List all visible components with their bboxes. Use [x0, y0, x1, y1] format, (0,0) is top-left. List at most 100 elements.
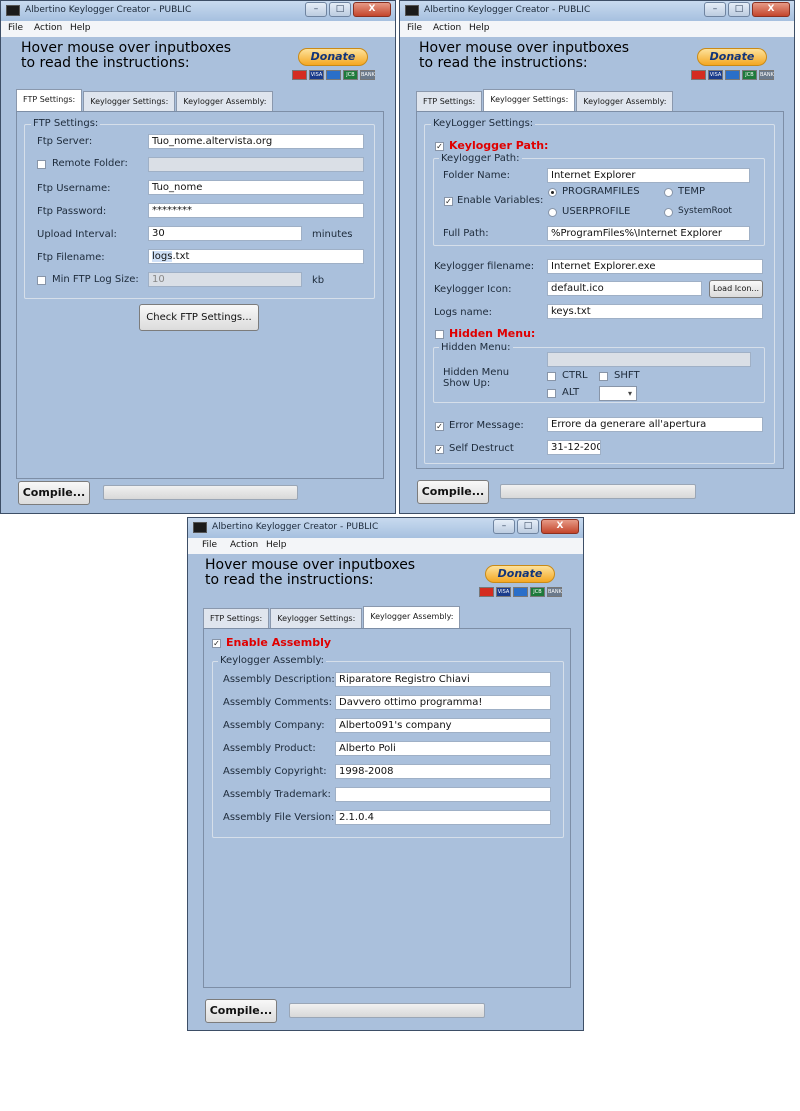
assembly-file-version-input[interactable]: 2.1.0.4 [335, 810, 551, 825]
shft-checkbox[interactable] [599, 372, 608, 381]
donate-button[interactable]: Donate [485, 565, 555, 583]
instructions-text: Hover mouse over inputboxes to read the … [205, 557, 416, 588]
min-log-size-checkbox[interactable] [37, 276, 46, 285]
keylogger-path-checkbox[interactable]: ✓ [435, 142, 444, 151]
menu-help[interactable]: Help [266, 540, 287, 550]
keylogger-path-label: Keylogger Path: [449, 139, 549, 152]
self-destruct-checkbox[interactable]: ✓ [435, 445, 444, 454]
folder-name-input[interactable]: Internet Explorer [547, 168, 750, 183]
enable-assembly-checkbox[interactable]: ✓ [212, 639, 221, 648]
tab-keylogger-settings[interactable]: Keylogger Settings: [270, 608, 363, 628]
maximize-button[interactable]: □ [728, 2, 750, 17]
ftp-username-input[interactable]: Tuo_nome [148, 180, 364, 195]
remote-folder-checkbox[interactable] [37, 160, 46, 169]
min-size-unit-label: kb [312, 275, 325, 286]
amex-icon [326, 70, 341, 80]
menu-file[interactable]: File [8, 23, 23, 33]
tab-ftp-settings[interactable]: FTP Settings: [16, 89, 83, 111]
payment-cards: VISA JCB BANK [479, 587, 562, 597]
donate-button[interactable]: Donate [697, 48, 767, 66]
remote-folder-input[interactable] [148, 157, 364, 172]
min-log-size-input[interactable]: 10 [148, 272, 302, 287]
donate-button[interactable]: Donate [298, 48, 368, 66]
tab-keylogger-settings[interactable]: Keylogger Settings: [83, 91, 176, 111]
ftp-filename-input[interactable]: logs.txt [148, 249, 364, 264]
title-bar[interactable]: Albertino Keylogger Creator - PUBLIC – □… [1, 1, 395, 21]
title-bar[interactable]: Albertino Keylogger Creator - PUBLIC – □… [188, 518, 583, 538]
tab-keylogger-assembly[interactable]: Keylogger Assembly: [363, 606, 461, 628]
menu-action[interactable]: Action [433, 23, 461, 33]
close-button[interactable]: X [752, 2, 790, 17]
app-icon [6, 5, 20, 16]
menu-file[interactable]: File [202, 540, 217, 550]
tab-keylogger-settings[interactable]: Keylogger Settings: [483, 89, 576, 111]
window-keylogger-assembly: Albertino Keylogger Creator - PUBLIC – □… [187, 517, 584, 1031]
window-title: Albertino Keylogger Creator - PUBLIC [424, 5, 591, 15]
self-destruct-date-input[interactable]: 31-12-2008 [547, 440, 601, 455]
shft-label: SHFT [614, 370, 640, 381]
keylogger-icon-label: Keylogger Icon: [434, 284, 512, 295]
logs-name-label: Logs name: [434, 307, 492, 318]
tab-ftp-settings[interactable]: FTP Settings: [203, 608, 270, 628]
radio-systemroot-label: SystemRoot [678, 206, 732, 216]
menu-action[interactable]: Action [34, 23, 62, 33]
upload-interval-input[interactable]: 30 [148, 226, 302, 241]
radio-userprofile[interactable] [548, 208, 557, 217]
enable-variables-label: Enable Variables: [457, 195, 544, 206]
ctrl-label: CTRL [562, 370, 588, 381]
assembly-trademark-input[interactable] [335, 787, 551, 802]
assembly-file-version-label: Assembly File Version: [223, 812, 335, 823]
check-ftp-settings-button[interactable]: Check FTP Settings... [139, 304, 259, 331]
alt-checkbox[interactable] [547, 389, 556, 398]
logs-name-input[interactable]: keys.txt [547, 304, 763, 319]
radio-temp[interactable] [664, 188, 673, 197]
full-path-input[interactable]: %ProgramFiles%\Internet Explorer [547, 226, 750, 241]
close-button[interactable]: X [541, 519, 579, 534]
ctrl-checkbox[interactable] [547, 372, 556, 381]
ftp-password-input[interactable]: ******** [148, 203, 364, 218]
compile-button[interactable]: Compile... [205, 999, 277, 1023]
compile-button[interactable]: Compile... [417, 480, 489, 504]
tab-keylogger-assembly[interactable]: Keylogger Assembly: [576, 91, 674, 111]
menu-action[interactable]: Action [230, 540, 258, 550]
key-combo-dropdown[interactable]: ▾ [599, 386, 637, 401]
assembly-company-input[interactable]: Alberto091's company [335, 718, 551, 733]
error-message-checkbox[interactable]: ✓ [435, 422, 444, 431]
assembly-comments-label: Assembly Comments: [223, 697, 332, 708]
hidden-menu-checkbox[interactable] [435, 330, 444, 339]
minimize-button[interactable]: – [704, 2, 726, 17]
assembly-copyright-input[interactable]: 1998-2008 [335, 764, 551, 779]
assembly-comments-input[interactable]: Davvero ottimo programma! [335, 695, 551, 710]
keylogger-icon-input[interactable]: default.ico [547, 281, 702, 296]
radio-systemroot[interactable] [664, 208, 673, 217]
hidden-menu-group-title: Hidden Menu: [439, 342, 513, 353]
menu-file[interactable]: File [407, 23, 422, 33]
title-bar[interactable]: Albertino Keylogger Creator - PUBLIC – □… [400, 1, 794, 21]
radio-programfiles-label: PROGRAMFILES [562, 186, 640, 197]
radio-temp-label: TEMP [678, 186, 706, 197]
maximize-button[interactable]: □ [517, 519, 539, 534]
compile-button[interactable]: Compile... [18, 481, 90, 505]
minimize-button[interactable]: – [305, 2, 327, 17]
tab-keylogger-assembly[interactable]: Keylogger Assembly: [176, 91, 274, 111]
mastercard-icon [479, 587, 494, 597]
load-icon-button[interactable]: Load Icon... [709, 280, 763, 298]
menu-help[interactable]: Help [469, 23, 490, 33]
error-message-input[interactable]: Errore da generare all'apertura [547, 417, 763, 432]
payment-cards: VISA JCB BANK [292, 70, 375, 80]
maximize-button[interactable]: □ [329, 2, 351, 17]
keylogger-filename-input[interactable]: Internet Explorer.exe [547, 259, 763, 274]
visa-icon: VISA [309, 70, 324, 80]
jcb-icon: JCB [530, 587, 545, 597]
close-button[interactable]: X [353, 2, 391, 17]
menu-help[interactable]: Help [70, 23, 91, 33]
tab-ftp-settings[interactable]: FTP Settings: [416, 91, 483, 111]
radio-programfiles[interactable] [548, 188, 557, 197]
enable-variables-checkbox[interactable]: ✓ [444, 197, 453, 206]
hidden-menu-input[interactable] [547, 352, 751, 367]
ftp-server-input[interactable]: Tuo_nome.altervista.org [148, 134, 364, 149]
assembly-product-input[interactable]: Alberto Poli [335, 741, 551, 756]
assembly-description-input[interactable]: Riparatore Registro Chiavi [335, 672, 551, 687]
minimize-button[interactable]: – [493, 519, 515, 534]
menu-bar: File Action Help [400, 21, 794, 37]
